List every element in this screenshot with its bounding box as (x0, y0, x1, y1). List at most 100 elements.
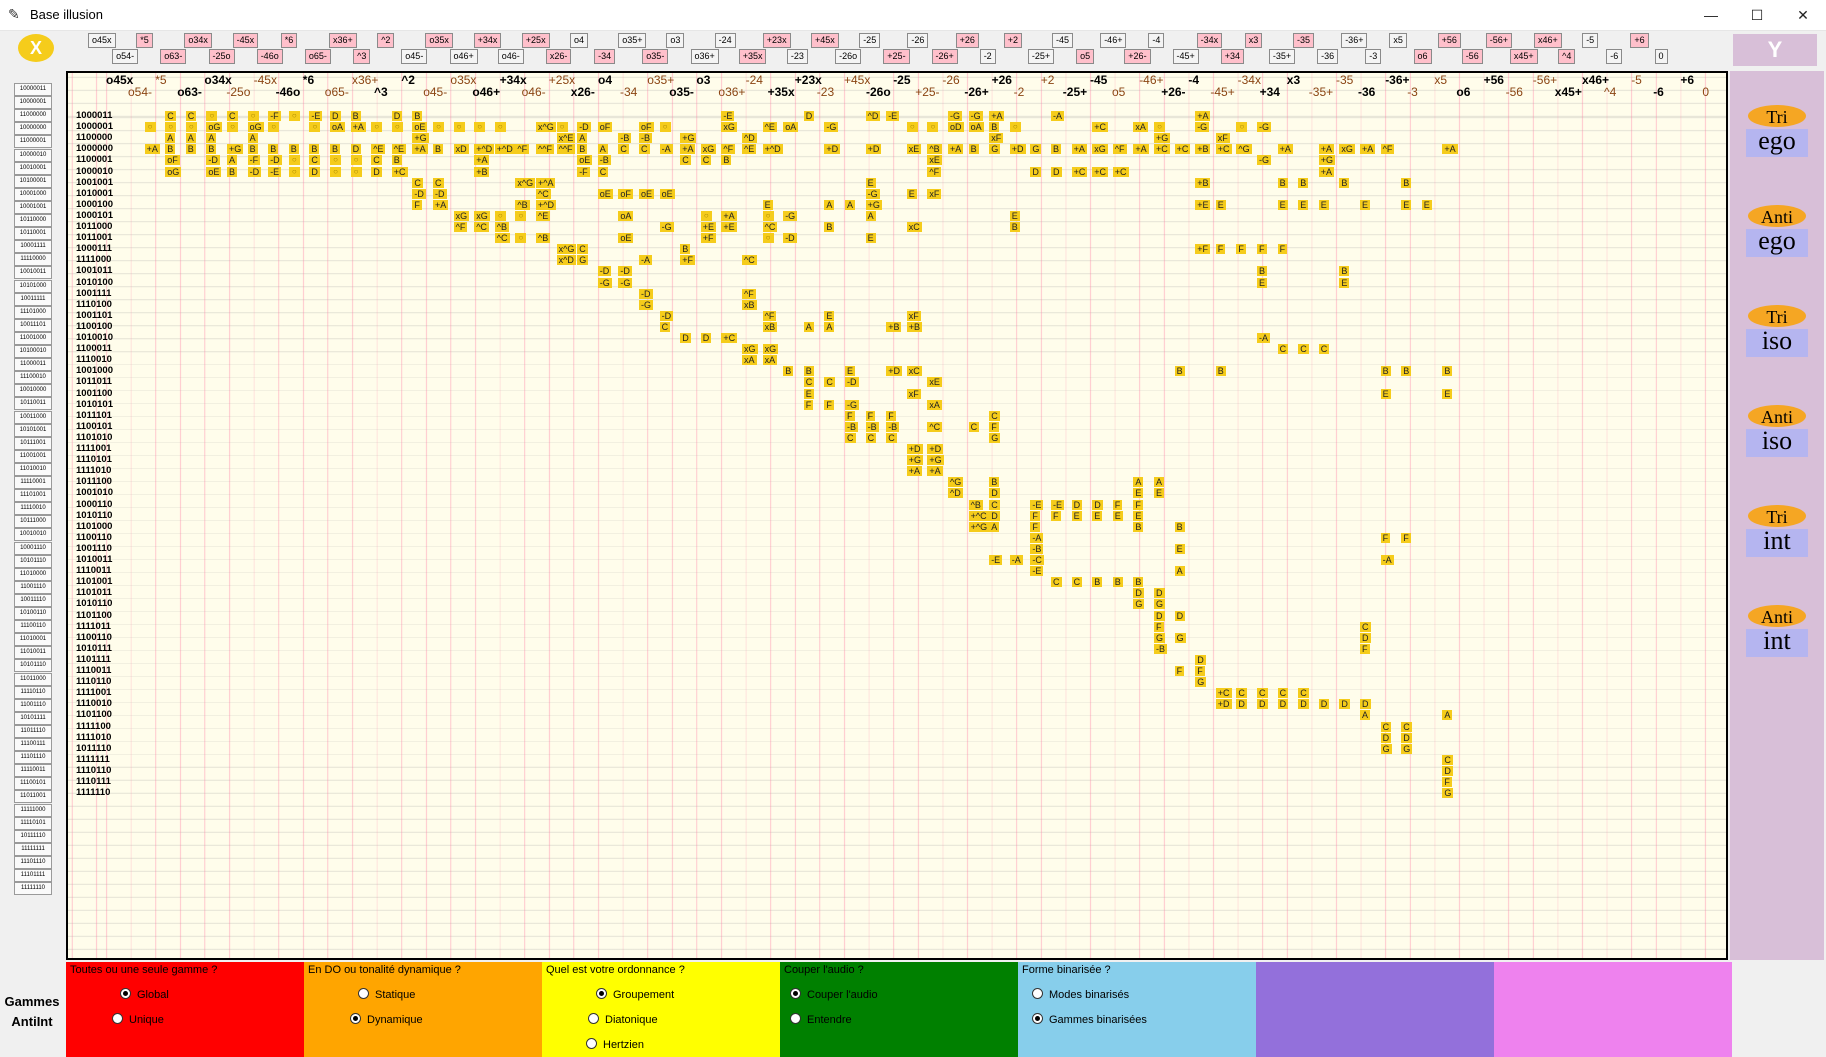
grid-cell[interactable]: F (1030, 521, 1040, 532)
grid-cell[interactable]: x^G (556, 244, 577, 255)
column-header-button[interactable]: +26- (1124, 49, 1151, 64)
grid-cell[interactable]: F (824, 399, 834, 410)
grid-cell[interactable]: -A (639, 255, 652, 266)
grid-cell[interactable]: xE (927, 155, 942, 166)
grid-cell[interactable]: B (680, 244, 691, 255)
column-header-button[interactable]: o35x (425, 33, 453, 48)
grid-cell[interactable]: B (1174, 366, 1185, 377)
grid-cell[interactable]: oE (618, 233, 634, 244)
grid-cell[interactable]: C (824, 377, 835, 388)
grid-cell[interactable]: oE (659, 188, 675, 199)
grid-cell[interactable]: oE (206, 166, 222, 177)
grid-cell[interactable]: +F (700, 233, 716, 244)
grid-cell[interactable]: E (865, 233, 876, 244)
grid-cell[interactable]: -D (412, 188, 426, 199)
grid-cell[interactable]: +C (1154, 144, 1170, 155)
grid-cell[interactable]: +C (391, 166, 408, 177)
grid-cell[interactable]: -G (618, 277, 633, 288)
grid-cell[interactable]: D (350, 144, 362, 155)
grid-cell[interactable]: B (989, 122, 1000, 133)
grid-cell[interactable]: C (1318, 344, 1330, 355)
column-header-button[interactable]: -46+ (1100, 33, 1127, 48)
grid-cell[interactable]: ○ (453, 122, 465, 133)
grid-cell[interactable]: oE (597, 188, 613, 199)
grid-cell[interactable]: oG (165, 166, 182, 177)
grid-cell[interactable]: ^D (742, 133, 757, 144)
grid-cell[interactable]: +E (1195, 199, 1211, 210)
mode-toggle[interactable]: Tri int (1746, 505, 1808, 571)
grid-cell[interactable]: A (1154, 477, 1165, 488)
grid-cell[interactable]: -B (1154, 643, 1167, 654)
grid-cell[interactable]: +A (412, 144, 428, 155)
grid-cell[interactable]: A (865, 210, 876, 221)
grid-cell[interactable]: E (1174, 543, 1185, 554)
column-header-button[interactable]: o36+ (690, 49, 719, 64)
grid-cell[interactable]: oF (639, 122, 654, 133)
grid-cell[interactable]: A (185, 133, 196, 144)
grid-cell[interactable]: -D (845, 377, 859, 388)
grid-cell[interactable]: xD (453, 144, 469, 155)
grid-cell[interactable]: +B (886, 321, 902, 332)
grid-cell[interactable]: ^F (927, 166, 942, 177)
grid-cell[interactable]: A (165, 133, 176, 144)
grid-cell[interactable]: C (1298, 688, 1309, 699)
grid-cell[interactable]: D (1195, 654, 1206, 665)
grid-cell[interactable]: +G (865, 199, 882, 210)
grid-cell[interactable]: B (1401, 366, 1412, 377)
grid-cell[interactable]: xF (906, 310, 921, 321)
grid-cell[interactable]: -D (639, 288, 653, 299)
grid-cell[interactable]: B (1112, 577, 1123, 588)
grid-cell[interactable]: G (1195, 677, 1207, 688)
grid-cell[interactable]: ^F (721, 144, 736, 155)
grid-cell[interactable]: B (433, 144, 444, 155)
grid-cell[interactable]: ○ (515, 210, 527, 221)
grid-cell[interactable]: A (1133, 477, 1144, 488)
grid-cell[interactable]: +A (680, 144, 696, 155)
grid-cell[interactable]: C (845, 432, 856, 443)
grid-cell[interactable]: C (1380, 721, 1392, 732)
grid-cell[interactable]: x^G (536, 122, 556, 133)
grid-cell[interactable]: +A (1442, 144, 1458, 155)
grid-cell[interactable]: ○ (1236, 122, 1248, 133)
grid-cell[interactable]: B (1339, 177, 1350, 188)
grid-cell[interactable]: oA (968, 122, 984, 133)
grid-cell[interactable]: -G (659, 222, 674, 232)
grid-cell[interactable]: ○ (556, 122, 568, 133)
radio-option[interactable]: Dynamique (350, 1013, 423, 1026)
column-header-button[interactable]: o6 (1413, 49, 1432, 64)
grid-cell[interactable]: E (1092, 510, 1103, 521)
grid-cell[interactable]: G (1133, 599, 1145, 610)
grid-cell[interactable]: D (1071, 499, 1083, 510)
grid-cell[interactable]: -G (845, 399, 859, 410)
grid-cell[interactable]: ^C (536, 188, 551, 199)
grid-cell[interactable]: +^D (494, 144, 515, 155)
grid-cell[interactable]: ^D (865, 111, 881, 121)
grid-cell[interactable]: xG (453, 210, 470, 221)
grid-cell[interactable]: -E (1030, 499, 1044, 510)
x-button[interactable]: X (18, 34, 54, 62)
grid-cell[interactable]: -G (968, 111, 983, 121)
grid-cell[interactable]: xG (742, 344, 758, 355)
grid-cell[interactable]: G (1030, 144, 1042, 155)
grid-cell[interactable]: B (330, 144, 341, 155)
grid-cell[interactable]: +B (474, 166, 490, 177)
grid-cell[interactable]: ○ (659, 122, 671, 133)
column-header-button[interactable]: o45x (88, 33, 116, 48)
grid-cell[interactable]: oA (330, 122, 346, 133)
grid-cell[interactable]: ^E (762, 122, 777, 133)
grid-cell[interactable]: xG (721, 122, 737, 133)
grid-cell[interactable]: D (1442, 765, 1453, 776)
grid-cell[interactable]: +G (1154, 133, 1171, 144)
grid-cell[interactable]: C (433, 177, 444, 188)
grid-cell[interactable]: B (1339, 266, 1350, 277)
radio-option[interactable]: Modes binarisés (1032, 988, 1129, 1001)
grid-cell[interactable]: xF (906, 388, 921, 399)
grid-cell[interactable]: -A (1380, 555, 1394, 565)
grid-cell[interactable]: D (1339, 699, 1350, 710)
grid-cell[interactable]: B (1133, 577, 1144, 588)
radio-option[interactable]: Global (120, 988, 169, 1001)
radio-option[interactable]: Statique (358, 988, 415, 1001)
grid-cell[interactable]: ^C (742, 255, 757, 266)
grid-cell[interactable]: oE (577, 155, 593, 166)
grid-cell[interactable]: -B (597, 155, 611, 166)
